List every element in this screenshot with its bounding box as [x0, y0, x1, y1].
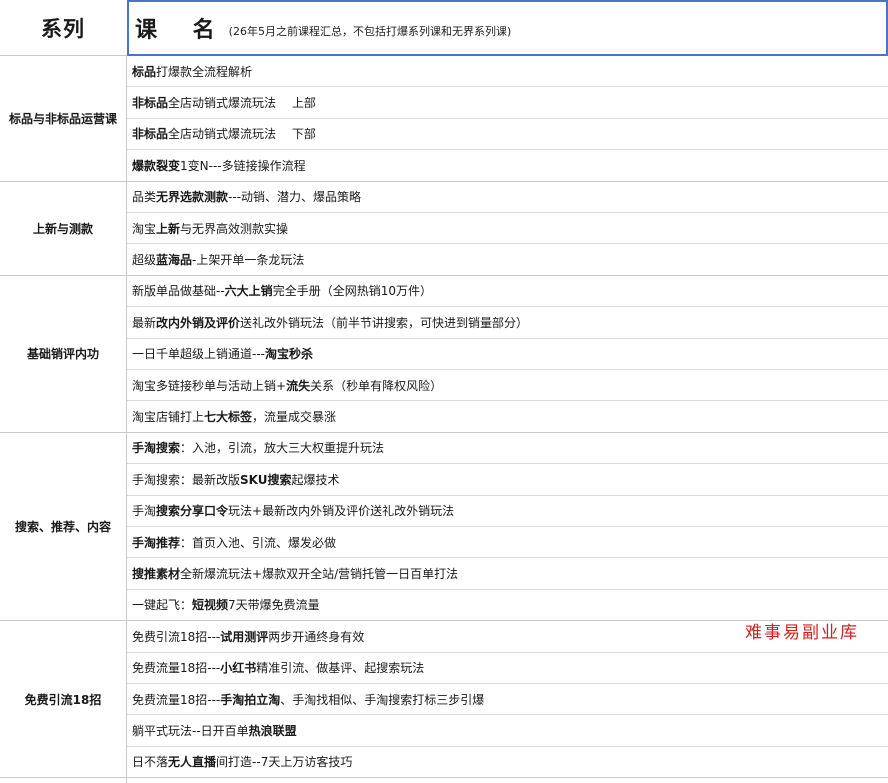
- course-row: 淘宝多链接秒单与活动上销+ 流失 关系（秒单有降权风险）: [127, 370, 888, 402]
- course-text: 完全手册（全网热销10万件）: [272, 284, 432, 299]
- course-keyword: 手淘拍立淘: [220, 692, 281, 707]
- course-row: 品类 无界选款测款 ---动销、潜力、爆品策略: [127, 182, 888, 213]
- course-keyword: 小红书: [220, 661, 257, 676]
- course-row: 手淘 搜索分享口令 玩法+最新改内外销及评价送礼改外销玩法: [127, 496, 888, 527]
- course-text: -上架开单一条龙玩法: [192, 253, 305, 268]
- course-text: 手淘: [132, 504, 157, 519]
- course-text: 超级: [132, 253, 157, 268]
- course-text: ---动销、潜力、爆品策略: [228, 190, 362, 205]
- course-keyword: 六大上销: [224, 284, 273, 299]
- course-text: 间打造--7天上万访客技巧: [216, 755, 353, 770]
- course-keyword: 标品: [132, 64, 157, 79]
- course-keyword: 非标品: [132, 96, 169, 111]
- course-keyword: 淘宝秒杀: [265, 347, 314, 362]
- course-row: 搜推素材 全新爆流玩法+爆款双开全站/营销托管一日百单打法: [127, 558, 888, 590]
- course-keyword: 无界选款测款: [156, 190, 229, 205]
- watermark-text: 难事易副业库: [745, 623, 859, 643]
- course-text: 躺平式玩法--日开百单: [132, 724, 249, 739]
- course-header-note: (26年5月之前课程汇总，不包括打爆系列课和无界系列课): [228, 25, 512, 38]
- course-keyword: 上新: [156, 221, 181, 236]
- course-row: 淘宝店铺打上 七大标签 ，流量成交暴涨: [127, 401, 888, 433]
- table-header: 系列 课 名 (26年5月之前课程汇总，不包括打爆系列课和无界系列课): [0, 0, 888, 56]
- course-text: 淘宝店铺打上: [132, 410, 205, 425]
- course-text: 送礼改外销玩法（前半节讲搜索，可快进到销量部分）: [240, 315, 529, 330]
- course-keyword: 搜索分享口令: [156, 504, 229, 519]
- course-header-title: 课 名: [135, 18, 229, 43]
- course-keyword: 搜推素材: [132, 567, 181, 582]
- course-table: 系列 课 名 (26年5月之前课程汇总，不包括打爆系列课和无界系列课) 标品与非…: [0, 0, 888, 783]
- course-row: 淘宝 上新 与无界高效测款实操: [127, 213, 888, 245]
- course-row: 非标品 全店动销式爆流玩法 上部: [127, 87, 888, 119]
- course-text: 7天带爆免费流量: [228, 598, 320, 613]
- course-text: 淘宝多链接秒单与活动上销+: [132, 378, 287, 393]
- course-text: 打爆款全流程解析: [156, 64, 253, 79]
- course-keyword: 改内外销及评价: [156, 315, 241, 330]
- course-row: 免费流量18招--- 手淘拍立淘 、手淘找相似、手淘搜索打标三步引爆: [127, 684, 888, 716]
- course-text: ：首页入池、引流、爆发必做: [180, 535, 337, 550]
- course-text: 全新爆流玩法+爆款双开全站/营销托管一日百单打法: [180, 567, 459, 582]
- course-text: 玩法+最新改内外销及评价送礼改外销玩法: [228, 504, 455, 519]
- course-text: 日不落: [132, 755, 169, 770]
- series-cell: 免费引流18招: [0, 621, 126, 779]
- course-row: 一日千单超级上销通道--- 淘宝秒杀: [127, 339, 888, 370]
- course-keyword: 七大标签: [204, 410, 253, 425]
- course-row: 免费流量18招--- 小红书 精准引流、做基评、起搜索玩法: [127, 653, 888, 684]
- course-row: 一键起飞： 短视频 7天带爆免费流量: [127, 590, 888, 622]
- course-row: 超级 蓝海品 -上架开单一条龙玩法: [127, 244, 888, 276]
- course-text: 精准引流、做基评、起搜索玩法: [256, 661, 425, 676]
- series-cell: 标品与非标品运营课: [0, 56, 126, 182]
- course-row: 手淘搜索 ：入池，引流，放大三大权重提升玩法: [127, 433, 888, 465]
- course-text: 两步开通终身有效: [268, 629, 365, 644]
- series-cell: 上新与测款: [0, 182, 126, 276]
- course-keyword: 无人直播: [168, 755, 217, 770]
- course-text: 免费流量18招---: [132, 661, 221, 676]
- course-text: 一日千单超级上销通道---: [132, 347, 265, 362]
- course-text: 一键起飞：: [132, 598, 193, 613]
- course-row: 最新 改内外销及评价 送礼改外销玩法（前半节讲搜索，可快进到销量部分）: [127, 307, 888, 339]
- course-row: 日不落 无人直播 间打造--7天上万访客技巧: [127, 747, 888, 779]
- course-row: 躺平式玩法--日开百单 热浪联盟: [127, 715, 888, 747]
- course-keyword: 热浪联盟: [248, 724, 297, 739]
- course-row: 非标品 全店动销式爆流玩法 下部: [127, 119, 888, 151]
- course-text: 1变N---多链接操作流程: [180, 158, 306, 173]
- series-cell: 搜索、推荐、内容: [0, 433, 126, 622]
- course-row: 标品 打爆款全流程解析: [127, 56, 888, 88]
- course-row: 手淘搜索：最新改版 SKU搜索 起爆技术: [127, 464, 888, 496]
- course-keyword: 爆款裂变: [132, 158, 181, 173]
- course-keyword: 短视频: [192, 598, 229, 613]
- course-text: 免费引流18招---: [132, 629, 221, 644]
- course-keyword: SKU搜索: [240, 472, 292, 487]
- course-text: 新版单品做基础--: [132, 284, 225, 299]
- course-text: 关系（秒单有降权风险）: [310, 378, 443, 393]
- course-text: 最新: [132, 315, 157, 330]
- course-text: ：入池，引流，放大三大权重提升玩法: [180, 441, 385, 456]
- course-text: 免费流量18招---: [132, 692, 221, 707]
- course-row: 新版单品做基础-- 六大上销 完全手册（全网热销10万件）: [127, 276, 888, 308]
- course-keyword: 蓝海品: [156, 253, 193, 268]
- course-text: 全店动销式爆流玩法 下部: [168, 127, 316, 142]
- course-text: ，流量成交暴涨: [252, 410, 337, 425]
- course-text: 与无界高效测款实操: [180, 221, 289, 236]
- course-row: 手淘推荐 ：首页入池、引流、爆发必做: [127, 527, 888, 559]
- course-text: 品类: [132, 190, 157, 205]
- course-keyword: 试用测评: [220, 629, 269, 644]
- course-text: 手淘搜索：最新改版: [132, 472, 241, 487]
- course-row: 爆款裂变 1变N---多链接操作流程: [127, 150, 888, 182]
- course-text: 起爆技术: [291, 472, 340, 487]
- course-keyword: 手淘搜索: [132, 441, 181, 456]
- course-column-header[interactable]: 课 名 (26年5月之前课程汇总，不包括打爆系列课和无界系列课): [127, 0, 888, 56]
- course-keyword: 非标品: [132, 127, 169, 142]
- course-text: 全店动销式爆流玩法 上部: [168, 96, 316, 111]
- series-column-header: 系列: [41, 17, 85, 41]
- course-text: 、手淘找相似、手淘搜索打标三步引爆: [280, 692, 485, 707]
- course-keyword: 流失: [286, 378, 311, 393]
- course-text: 淘宝: [132, 221, 157, 236]
- series-cell: 基础销评内功: [0, 276, 126, 433]
- course-keyword: 手淘推荐: [132, 535, 181, 550]
